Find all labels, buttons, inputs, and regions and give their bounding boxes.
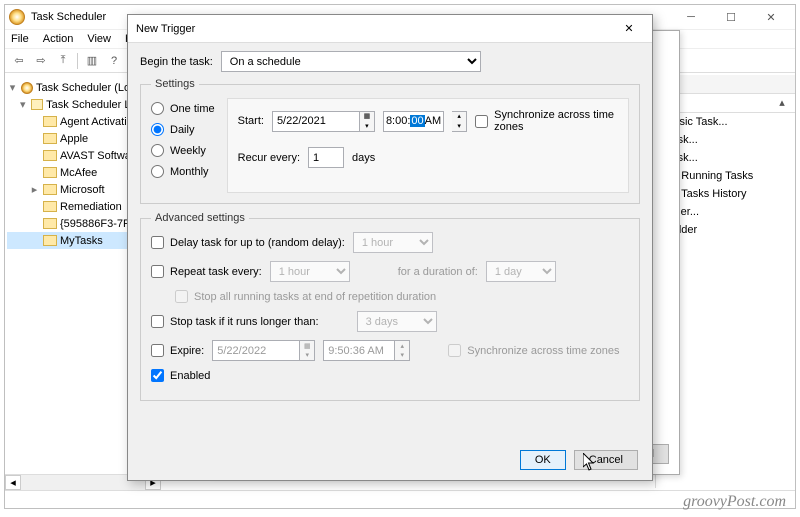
stop-if-select: 3 days (357, 311, 437, 332)
begin-task-label: Begin the task: (140, 56, 213, 68)
menu-file[interactable]: File (11, 33, 29, 45)
enabled-checkbox[interactable]: Enabled (151, 369, 210, 382)
stop-all-checkbox: Stop all running tasks at end of repetit… (175, 290, 436, 303)
forward-icon[interactable]: ⇨ (31, 52, 51, 70)
back-icon[interactable]: ⇦ (9, 52, 29, 70)
repeat-checkbox[interactable]: Repeat task every: (151, 265, 262, 278)
radio-monthly[interactable]: Monthly (151, 165, 215, 178)
repeat-select: 1 hour (270, 261, 350, 282)
minimize-button[interactable]: ─ (671, 6, 711, 28)
up-icon[interactable]: ⤒ (53, 52, 73, 70)
recur-unit: days (352, 152, 375, 164)
settings-legend: Settings (151, 78, 199, 90)
recur-label: Recur every: (238, 152, 300, 164)
radio-onetime[interactable]: One time (151, 102, 215, 115)
help-icon[interactable]: ? (104, 52, 124, 70)
ok-button[interactable]: OK (520, 450, 566, 470)
new-trigger-dialog: New Trigger ✕ Begin the task: On a sched… (127, 14, 653, 481)
advanced-legend: Advanced settings (151, 212, 249, 224)
frequency-radios: One time Daily Weekly Monthly (151, 98, 215, 193)
dialog-close-button[interactable]: ✕ (614, 18, 644, 40)
duration-select: 1 day (486, 261, 556, 282)
watermark: groovyPost.com (683, 493, 786, 511)
radio-weekly[interactable]: Weekly (151, 144, 215, 157)
close-button[interactable]: ✕ (751, 6, 791, 28)
expire-time-spinner: ▴▾ (395, 340, 410, 361)
time-spinner[interactable]: ▴▾ (452, 111, 467, 132)
settings-group: Settings One time Daily Weekly Monthly S… (140, 78, 640, 204)
statusbar (5, 490, 795, 508)
expire-date-input (212, 340, 300, 361)
schedule-box: Start: ▦▾ 8:00:00 AM ▴▾ Synchronize acros… (227, 98, 629, 193)
recur-input[interactable] (308, 147, 344, 168)
app-icon (9, 9, 25, 25)
maximize-button[interactable]: ☐ (711, 6, 751, 28)
scroll-left-icon[interactable]: ◂ (5, 475, 21, 490)
begin-task-select[interactable]: On a schedule (221, 51, 481, 72)
start-label: Start: (238, 115, 264, 127)
dialog-titlebar: New Trigger ✕ (128, 15, 652, 43)
duration-label: for a duration of: (398, 266, 478, 278)
expire-date-picker-icon: ▦▾ (300, 340, 315, 361)
start-time-input[interactable]: 8:00:00 AM (383, 111, 444, 132)
start-date-input[interactable] (272, 111, 360, 132)
sync-tz-checkbox[interactable]: Synchronize across time zones (475, 109, 618, 133)
menu-action[interactable]: Action (43, 33, 74, 45)
dialog-title: New Trigger (136, 23, 614, 35)
menu-view[interactable]: View (87, 33, 111, 45)
advanced-group: Advanced settings Delay task for up to (… (140, 212, 640, 401)
stop-if-checkbox[interactable]: Stop task if it runs longer than: (151, 315, 319, 328)
delay-select: 1 hour (353, 232, 433, 253)
date-picker-icon[interactable]: ▦▾ (360, 111, 375, 132)
expire-time-input (323, 340, 395, 361)
cancel-button[interactable]: Cancel (574, 450, 638, 470)
collapse-icon[interactable]: ▴ (775, 95, 789, 109)
radio-daily[interactable]: Daily (151, 123, 215, 136)
panes-icon[interactable]: ▥ (82, 52, 102, 70)
expire-sync-checkbox: Synchronize across time zones (448, 344, 619, 357)
delay-checkbox[interactable]: Delay task for up to (random delay): (151, 236, 345, 249)
expire-checkbox[interactable]: Expire: (151, 344, 204, 357)
